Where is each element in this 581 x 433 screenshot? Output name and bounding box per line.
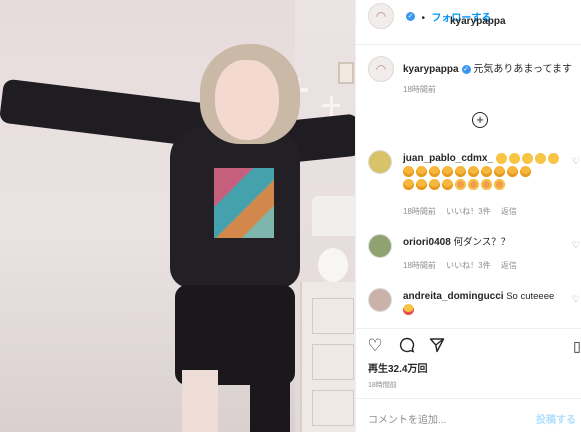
avatar-glyph-icon: ◠ — [375, 9, 387, 23]
header-line: kyarypappa ✓ • フォローする — [403, 8, 506, 27]
dancer-face — [215, 60, 279, 140]
caption-username[interactable]: kyarypappa — [403, 64, 459, 75]
comment-emoji-row — [403, 165, 533, 177]
lamp-shade — [312, 196, 355, 236]
shirt-print — [214, 168, 274, 238]
reply-button[interactable]: 返信 — [501, 261, 517, 270]
avatar[interactable]: ◠ — [368, 3, 394, 29]
post-time[interactable]: 18時間前 — [368, 380, 397, 390]
action-bar: ♡ ▯ — [356, 328, 581, 359]
comment-username[interactable]: oriori0408 — [403, 237, 451, 248]
like-comment-heart-icon[interactable]: ♡ — [572, 156, 580, 167]
header-username[interactable]: kyarypappa — [450, 16, 506, 27]
comment-time[interactable]: 18時間前 — [403, 207, 436, 216]
post-header: ◠ kyarypappa ✓ • フォローする — [356, 0, 581, 45]
laughing-emoji-icon — [429, 165, 440, 177]
lamp-base — [318, 248, 348, 282]
comment-username[interactable]: andreita_domingucci — [403, 291, 504, 302]
laughing-emoji-icon — [455, 165, 466, 177]
laughing-emoji-icon — [416, 178, 427, 190]
avatar[interactable]: ◠ — [368, 56, 394, 82]
comment-input[interactable]: コメントを追加... — [368, 411, 446, 426]
dresser-drawer — [312, 390, 354, 426]
comment-likes[interactable]: いいね！3件 — [446, 261, 490, 270]
clap-emoji-icon — [508, 152, 520, 164]
laughing-emoji-icon — [494, 165, 505, 177]
comment-composer: コメントを追加... 投稿する — [356, 398, 581, 433]
comment-likes[interactable]: いいね！3件 — [446, 207, 490, 216]
dresser-drawer — [312, 298, 354, 334]
avatar[interactable] — [368, 150, 392, 174]
laughing-emoji-icon — [429, 178, 440, 190]
bookmark-icon[interactable]: ▯ — [568, 337, 581, 355]
laughing-emoji-icon — [481, 165, 492, 177]
caption-time: 18時間前 — [403, 85, 436, 94]
reply-button[interactable]: 返信 — [501, 207, 517, 216]
like-comment-heart-icon[interactable]: ♡ — [572, 294, 580, 305]
comment-emoji-row — [495, 152, 561, 164]
laughing-emoji-icon — [468, 165, 479, 177]
comment-meta: 18時間前 いいね！3件 返信 — [403, 260, 525, 271]
video-player[interactable] — [0, 0, 355, 432]
wall-cross-decoration — [322, 104, 340, 107]
dancer-right-leg — [250, 370, 290, 432]
heart-face-emoji-icon — [468, 178, 479, 190]
dresser — [300, 282, 355, 432]
laughing-emoji-icon — [520, 165, 531, 177]
comment-item: juan_pablo_cdmx_ 18時間前 いいね！3件 返信 ♡ — [356, 150, 581, 220]
laughing-emoji-icon — [403, 165, 414, 177]
like-comment-heart-icon[interactable]: ♡ — [572, 240, 580, 251]
view-count[interactable]: 再生32.4万回 — [368, 360, 427, 375]
comment-text: 何ダンス？？ — [453, 237, 511, 248]
avatar[interactable] — [368, 234, 392, 258]
dancer-left-leg — [182, 370, 218, 432]
clap-emoji-icon — [534, 152, 546, 164]
heart-eyes-emoji-icon — [403, 303, 414, 315]
heart-face-emoji-icon — [455, 178, 466, 190]
comment-item: oriori0408 何ダンス？？ 18時間前 いいね！3件 返信 ♡ — [356, 234, 581, 274]
post-sidebar: ◠ kyarypappa ✓ • フォローする ◠ kyarypappa ✓ 元気あ… — [355, 0, 581, 432]
laughing-emoji-icon — [442, 178, 453, 190]
caption: ◠ kyarypappa ✓ 元気ありあまってます 18時間前 — [356, 52, 581, 102]
comment-body: juan_pablo_cdmx_ — [403, 152, 578, 191]
comment-text: So cuteeee — [506, 291, 555, 302]
comment-item: andreita_domingucci So cuteeee ♡ — [356, 288, 581, 324]
clap-emoji-icon — [495, 152, 507, 164]
avatar[interactable] — [368, 288, 392, 312]
comment-username[interactable]: juan_pablo_cdmx_ — [403, 153, 493, 164]
post-comment-button[interactable]: 投稿する — [536, 411, 576, 426]
heart-face-emoji-icon — [481, 178, 492, 190]
laughing-emoji-icon — [442, 165, 453, 177]
comment-meta: 18時間前 いいね！3件 返信 — [403, 206, 525, 217]
load-more-comments-button[interactable]: + — [472, 112, 488, 128]
comment-time[interactable]: 18時間前 — [403, 261, 436, 270]
laughing-emoji-icon — [507, 165, 518, 177]
comment-body: andreita_domingucci So cuteeee — [403, 290, 578, 316]
dresser-drawer — [312, 344, 354, 380]
caption-text: 元気ありあまってます — [473, 64, 572, 75]
laughing-emoji-icon — [403, 178, 414, 190]
comment-emoji-row — [403, 178, 507, 190]
clap-emoji-icon — [547, 152, 559, 164]
laughing-emoji-icon — [416, 165, 427, 177]
separator-dot: • — [421, 13, 425, 24]
comment-bubble-icon[interactable] — [398, 337, 416, 355]
like-heart-icon[interactable]: ♡ — [366, 337, 384, 355]
verified-badge-icon: ✓ — [406, 12, 415, 22]
wall-frame — [338, 62, 354, 84]
caption-line: kyarypappa ✓ 元気ありあまってます — [403, 60, 572, 75]
comment-body: oriori0408 何ダンス？？ — [403, 236, 578, 249]
heart-face-emoji-icon — [494, 178, 505, 190]
clap-emoji-icon — [521, 152, 533, 164]
share-paper-plane-icon[interactable] — [428, 337, 446, 355]
avatar-glyph-icon: ◠ — [375, 62, 387, 76]
verified-badge-icon: ✓ — [461, 64, 471, 74]
